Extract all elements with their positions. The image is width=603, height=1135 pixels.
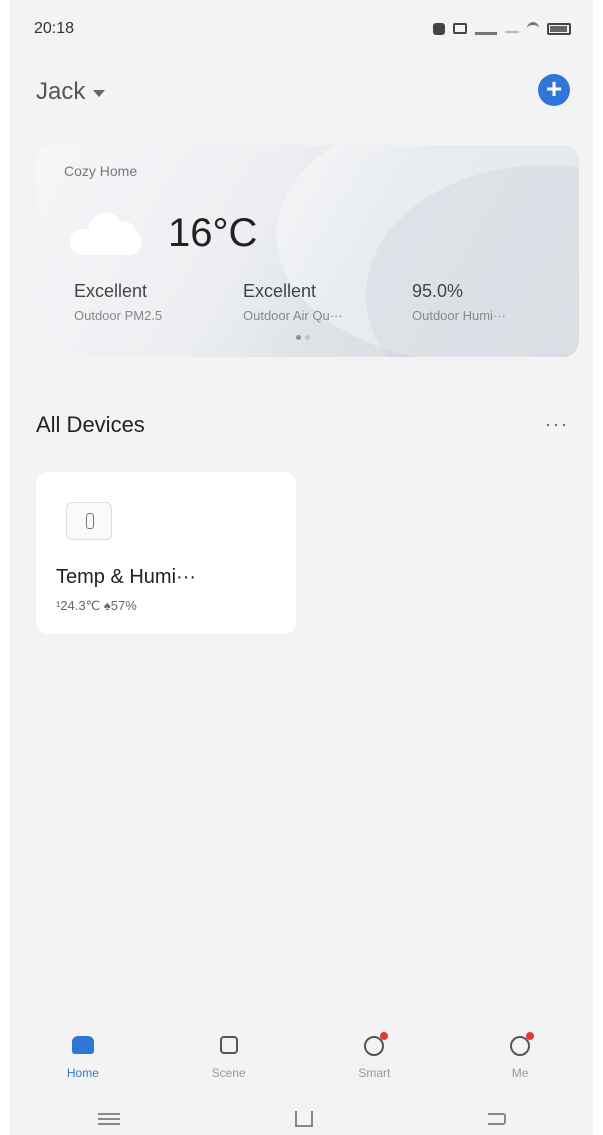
page-indicator (296, 335, 310, 340)
status-icons (433, 22, 571, 35)
menu-icon[interactable] (97, 1112, 120, 1125)
battery-icon (547, 22, 571, 35)
metric-value: Excellent (74, 281, 148, 301)
metric-value: Excellent (243, 281, 317, 301)
plus-icon: + (545, 73, 563, 104)
device-readings: ¹24.3℃ ♠57% (56, 598, 137, 613)
device-name: Temp & Humi··· (56, 566, 197, 588)
notification-icon (453, 23, 467, 34)
metric-label: Outdoor PM2.5 (74, 308, 163, 323)
smart-icon (362, 1032, 389, 1058)
device-card[interactable]: Temp & Humi··· ¹24.3℃ ♠57% (36, 472, 296, 634)
nav-label: Scene (211, 1066, 246, 1080)
bottom-nav: Home Scene Smart Me (10, 1028, 593, 1092)
status-time: 20:18 (34, 20, 75, 37)
notification-badge (380, 1032, 389, 1040)
signal-icon (475, 22, 497, 35)
profile-icon (508, 1032, 535, 1058)
nav-home[interactable]: Home (43, 1028, 123, 1080)
home-name: Cozy Home (64, 163, 138, 179)
home-outline-icon[interactable] (294, 1110, 313, 1127)
nav-me[interactable]: Me (480, 1028, 560, 1080)
notification-badge (526, 1032, 535, 1040)
metric-label: Outdoor Humi··· (412, 308, 506, 323)
nav-label: Home (66, 1066, 99, 1080)
cloud-icon (70, 209, 142, 255)
page-dot (296, 335, 301, 340)
user-switcher[interactable]: Jack (36, 78, 106, 106)
page-dot (305, 335, 310, 340)
shield-icon (433, 22, 445, 35)
chevron-down-icon (93, 90, 106, 97)
temperature: 16°C (168, 211, 258, 255)
metric-humidity: 95.0% Outdoor Humi··· (412, 281, 506, 323)
metric-pm25: Excellent Outdoor PM2.5 (74, 281, 162, 323)
metric-value: 95.0% (412, 281, 464, 301)
wifi-icon (527, 22, 539, 35)
nav-smart[interactable]: Smart (334, 1028, 414, 1080)
nav-label: Me (511, 1066, 529, 1080)
system-nav-bar (10, 1102, 593, 1135)
nav-label: Smart (358, 1066, 391, 1080)
status-bar: 20:18 (10, 0, 593, 60)
weather-card[interactable]: Cozy Home 16°C Excellent Outdoor PM2.5 E… (36, 145, 579, 357)
nav-scene[interactable]: Scene (189, 1028, 269, 1080)
home-icon (71, 1036, 95, 1058)
metric-air-quality: Excellent Outdoor Air Qu··· (243, 281, 343, 323)
more-options-button[interactable]: ··· (545, 414, 569, 435)
section-title: All Devices (36, 412, 145, 437)
app-screen: 20:18 Jack + Cozy Home 16°C Excellent Ou… (10, 0, 593, 1135)
dash-icon (505, 30, 519, 33)
metric-label: Outdoor Air Qu··· (243, 308, 343, 323)
thermometer-icon (66, 502, 112, 540)
user-name: Jack (36, 78, 86, 105)
add-device-button[interactable]: + (538, 74, 570, 106)
back-icon[interactable] (487, 1112, 506, 1125)
scene-icon (217, 1036, 241, 1058)
